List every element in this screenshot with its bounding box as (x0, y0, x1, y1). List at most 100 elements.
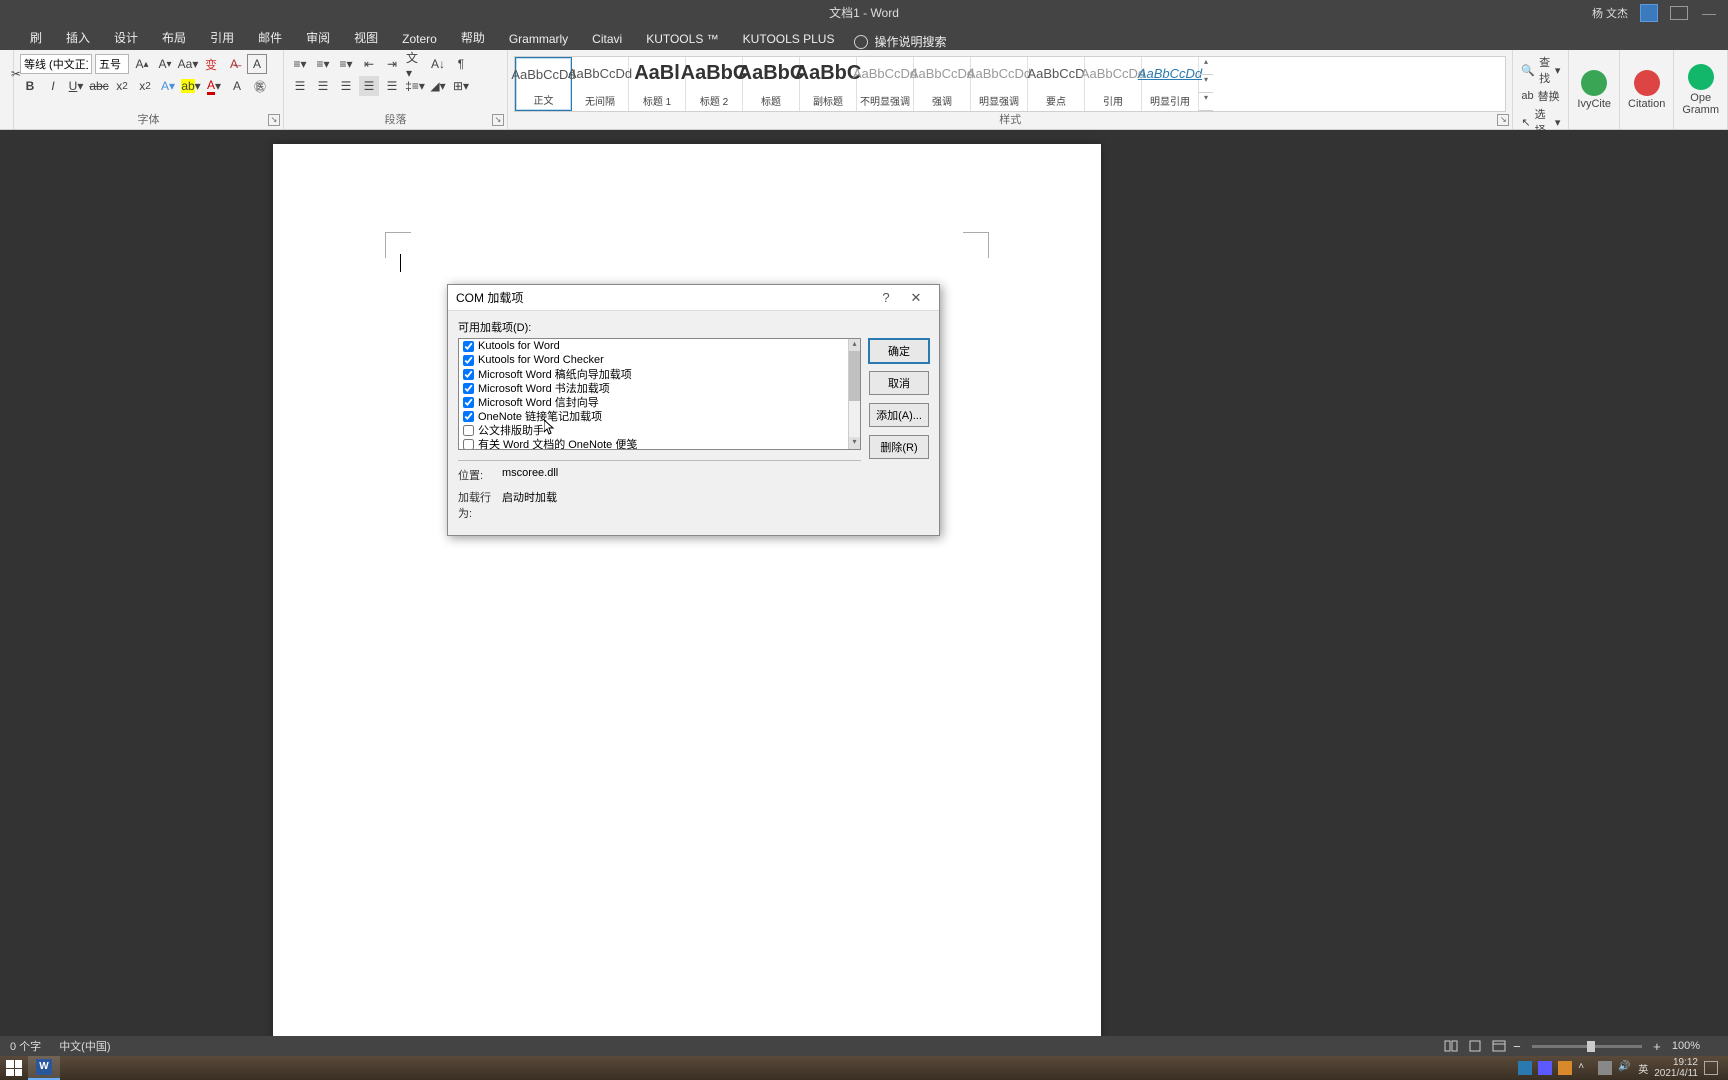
style-item-10[interactable]: AaBbCcDd引用 (1085, 57, 1142, 111)
tray-network-icon[interactable] (1598, 1061, 1612, 1075)
addin-checkbox[interactable] (463, 425, 474, 436)
style-item-1[interactable]: AaBbCcDd无间隔 (572, 57, 629, 111)
tab-references[interactable]: 引用 (198, 25, 246, 50)
addin-checkbox[interactable] (463, 397, 474, 408)
font-size-combo[interactable] (95, 54, 129, 74)
zoom-slider[interactable] (1532, 1045, 1642, 1048)
zoom-in-button[interactable]: + (1650, 1039, 1664, 1054)
enclose-char-button[interactable]: ㊩ (250, 76, 270, 96)
tray-icon-1[interactable] (1518, 1061, 1532, 1075)
tab-layout[interactable]: 布局 (150, 25, 198, 50)
style-item-7[interactable]: AaBbCcDd强调 (914, 57, 971, 111)
addin-item-1[interactable]: Kutools for Word Checker (459, 353, 848, 367)
styles-dialog-launcher[interactable]: ↘ (1497, 114, 1509, 126)
tray-icon-2[interactable] (1538, 1061, 1552, 1075)
find-button[interactable]: 🔍查找 ▾ (1521, 54, 1560, 86)
remove-button[interactable]: 删除(R) (869, 435, 929, 459)
web-layout-button[interactable] (1488, 1038, 1510, 1054)
print-layout-button[interactable] (1464, 1038, 1486, 1054)
tell-me-search[interactable]: 操作说明搜索 (854, 33, 946, 50)
addin-item-7[interactable]: 有关 Word 文档的 OneNote 便笺 (459, 437, 848, 449)
addin-item-5[interactable]: OneNote 链接笔记加载项 (459, 409, 848, 423)
language-status[interactable]: 中文(中国) (59, 1038, 110, 1054)
tab-insert[interactable]: 插入 (54, 25, 102, 50)
addin-checkbox[interactable] (463, 369, 474, 380)
tab-help[interactable]: 帮助 (449, 25, 497, 50)
clear-format-button[interactable]: A̶ (224, 54, 244, 74)
tab-kutools[interactable]: KUTOOLS ™ (634, 28, 730, 50)
tray-icon-3[interactable] (1558, 1061, 1572, 1075)
tab-view[interactable]: 视图 (342, 25, 390, 50)
tab-kutools-plus[interactable]: KUTOOLS PLUS (731, 28, 847, 50)
change-case-button[interactable]: Aa▾ (178, 54, 198, 74)
font-color-button[interactable]: A▾ (204, 76, 224, 96)
word-count[interactable]: 0 个字 (10, 1038, 41, 1054)
citation-group[interactable]: Citation (1620, 50, 1674, 129)
ribbon-display-button[interactable] (1670, 6, 1688, 20)
style-item-5[interactable]: AaBbC副标题 (800, 57, 857, 111)
sort-button[interactable]: A↓ (428, 54, 448, 74)
dialog-titlebar[interactable]: COM 加载项 ? ✕ (448, 285, 939, 311)
align-justify-button[interactable]: ☰ (359, 76, 379, 96)
style-item-0[interactable]: AaBbCcDd正文 (515, 57, 572, 111)
superscript-button[interactable]: x2 (135, 76, 155, 96)
distribute-button[interactable]: ☰ (382, 76, 402, 96)
tab-zotero[interactable]: Zotero (390, 28, 449, 50)
shrink-font-button[interactable]: A▾ (155, 54, 175, 74)
zoom-out-button[interactable]: − (1510, 1039, 1524, 1054)
zoom-level[interactable]: 100% (1672, 1040, 1700, 1052)
ok-button[interactable]: 确定 (869, 339, 929, 363)
grow-font-button[interactable]: A▴ (132, 54, 152, 74)
addins-listbox[interactable]: Kutools for WordKutools for Word Checker… (458, 338, 861, 450)
strike-button[interactable]: abc (89, 76, 109, 96)
minimize-button[interactable]: — (1700, 5, 1718, 21)
font-dialog-launcher[interactable]: ↘ (268, 114, 280, 126)
multilevel-button[interactable]: ≡▾ (336, 54, 356, 74)
scroll-up-button[interactable]: ▴ (849, 339, 860, 351)
user-name[interactable]: 杨 文杰 (1592, 5, 1628, 21)
tab-design[interactable]: 设计 (102, 25, 150, 50)
add-button[interactable]: 添加(A)... (869, 403, 929, 427)
decrease-indent-button[interactable]: ⇤ (359, 54, 379, 74)
borders-button[interactable]: ⊞▾ (451, 76, 471, 96)
style-item-2[interactable]: AaBl标题 1 (629, 57, 686, 111)
addin-checkbox[interactable] (463, 383, 474, 394)
style-item-6[interactable]: AaBbCcDd不明显强调 (857, 57, 914, 111)
replace-button[interactable]: ab替换 (1521, 88, 1560, 104)
addin-item-0[interactable]: Kutools for Word (459, 339, 848, 353)
clock-time[interactable]: 19:12 (1654, 1057, 1698, 1068)
highlight-button[interactable]: ab▾ (181, 76, 201, 96)
clock-date[interactable]: 2021/4/11 (1654, 1068, 1698, 1079)
style-item-8[interactable]: AaBbCcDd明显强调 (971, 57, 1028, 111)
styles-gallery[interactable]: AaBbCcDd正文AaBbCcDd无间隔AaBl标题 1AaBbC标题 2Aa… (514, 56, 1506, 112)
char-border-button[interactable]: A (247, 54, 267, 74)
bold-button[interactable]: B (20, 76, 40, 96)
page[interactable] (273, 144, 1101, 1056)
tab-grammarly[interactable]: Grammarly (497, 28, 580, 50)
taskbar-word-button[interactable]: W (28, 1056, 60, 1080)
dialog-close-button[interactable]: ✕ (901, 290, 931, 306)
tray-chevron-up-icon[interactable]: ˄ (1578, 1061, 1592, 1075)
addin-checkbox[interactable] (463, 411, 474, 422)
align-center-button[interactable]: ☰ (313, 76, 333, 96)
font-name-combo[interactable] (20, 54, 92, 74)
addin-item-2[interactable]: Microsoft Word 稿纸向导加载项 (459, 367, 848, 381)
tab-mailings[interactable]: 邮件 (246, 25, 294, 50)
underline-button[interactable]: U▾ (66, 76, 86, 96)
increase-indent-button[interactable]: ⇥ (382, 54, 402, 74)
asian-layout-button[interactable]: 文▾ (405, 54, 425, 74)
scroll-thumb[interactable] (849, 351, 860, 401)
tab-citavi[interactable]: Citavi (580, 28, 634, 50)
avatar[interactable] (1640, 4, 1658, 22)
addin-checkbox[interactable] (463, 341, 474, 352)
tab-format-painter[interactable]: 刷 (18, 25, 54, 50)
addin-checkbox[interactable] (463, 439, 474, 450)
style-item-3[interactable]: AaBbC标题 2 (686, 57, 743, 111)
addin-item-3[interactable]: Microsoft Word 书法加载项 (459, 381, 848, 395)
bullets-button[interactable]: ≡▾ (290, 54, 310, 74)
tray-volume-icon[interactable]: 🔊 (1618, 1061, 1632, 1075)
addin-checkbox[interactable] (463, 355, 474, 366)
show-marks-button[interactable]: ¶ (451, 54, 471, 74)
align-left-button[interactable]: ☰ (290, 76, 310, 96)
style-item-4[interactable]: AaBbC标题 (743, 57, 800, 111)
